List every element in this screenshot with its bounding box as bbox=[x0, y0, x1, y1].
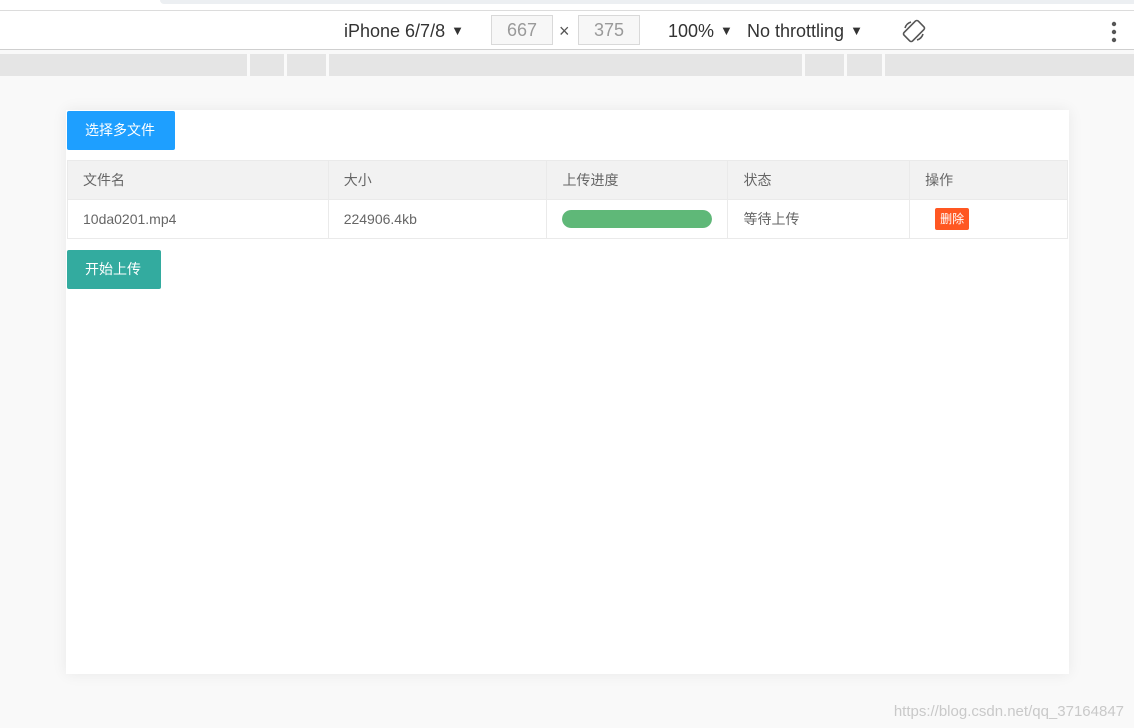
ruler-divider bbox=[326, 54, 329, 76]
zoom-label: 100% bbox=[668, 21, 715, 41]
select-files-button[interactable]: 选择多文件 bbox=[67, 111, 175, 150]
ruler-divider bbox=[247, 54, 250, 76]
file-size-cell: 224906.4kb bbox=[327, 199, 548, 239]
ruler-divider bbox=[844, 54, 847, 76]
rotate-icon[interactable] bbox=[902, 19, 926, 43]
file-list-table: 文件名 大小 上传进度 状态 操作 10da0201.mp4 224906.4k… bbox=[67, 160, 1068, 239]
ruler-divider bbox=[882, 54, 885, 76]
progress-cell bbox=[546, 199, 729, 239]
device-selector[interactable]: iPhone 6/7/8 ▼ bbox=[344, 11, 464, 51]
column-header-actions: 操作 bbox=[909, 160, 1068, 200]
watermark: https://blog.csdn.net/qq_37164847 bbox=[893, 703, 1124, 720]
progress-bar-fill bbox=[562, 210, 713, 228]
throttling-selector[interactable]: No throttling ▼ bbox=[747, 11, 863, 51]
column-header-size: 大小 bbox=[327, 160, 548, 200]
chevron-down-icon: ▼ bbox=[850, 23, 863, 38]
chevron-down-icon: ▼ bbox=[451, 23, 464, 38]
delete-button[interactable]: 删除 bbox=[935, 208, 970, 230]
device-label: iPhone 6/7/8 bbox=[344, 21, 446, 41]
throttling-label: No throttling bbox=[747, 21, 845, 41]
table-header-row: 文件名 大小 上传进度 状态 操作 bbox=[67, 160, 1068, 200]
ruler-divider bbox=[802, 54, 805, 76]
dimension-separator: × bbox=[559, 21, 570, 41]
ruler-divider bbox=[284, 54, 287, 76]
more-vertical-icon[interactable] bbox=[1108, 21, 1120, 43]
upload-panel: 选择多文件 文件名 大小 上传进度 状态 操作 10da0201.mp4 224… bbox=[66, 110, 1069, 674]
start-upload-button[interactable]: 开始上传 bbox=[67, 250, 161, 289]
viewport-width-input[interactable]: 667 bbox=[491, 15, 553, 45]
column-header-progress: 上传进度 bbox=[546, 160, 729, 200]
browser-top-strip bbox=[0, 0, 1134, 10]
column-header-status: 状态 bbox=[727, 160, 911, 200]
table-row: 10da0201.mp4 224906.4kb 等待上传 删除 bbox=[67, 199, 1068, 239]
viewport-height-input[interactable]: 375 bbox=[578, 15, 640, 45]
actions-cell: 删除 bbox=[909, 199, 1068, 239]
file-name-cell: 10da0201.mp4 bbox=[67, 199, 329, 239]
devtools-device-toolbar: iPhone 6/7/8 ▼ 667 × 375 100% ▼ No throttl… bbox=[0, 10, 1134, 50]
chevron-down-icon: ▼ bbox=[720, 23, 733, 38]
zoom-selector[interactable]: 100% ▼ bbox=[668, 11, 733, 51]
column-header-filename: 文件名 bbox=[67, 160, 329, 200]
media-query-ruler bbox=[0, 54, 1134, 76]
address-bar-edge bbox=[160, 0, 1134, 4]
progress-bar bbox=[562, 210, 713, 228]
status-cell: 等待上传 bbox=[727, 199, 911, 239]
